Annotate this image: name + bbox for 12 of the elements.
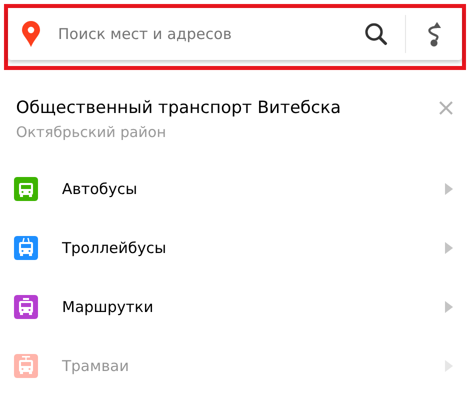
panel-subtitle: Октябрьский район [16,125,168,141]
search-field[interactable]: Поиск мест и адресов [56,18,361,50]
chevron-icon [445,360,453,372]
map-pin-icon [22,21,40,47]
search-bar[interactable]: Поиск мест и адресов [8,8,462,60]
transport-item[interactable]: Автобусы [0,159,469,218]
chevron-icon [445,182,453,194]
chevron-icon [445,242,453,254]
transport-item[interactable]: Троллейбусы [0,218,469,277]
chevron-icon [445,300,453,312]
panel-title: Общественный транспорт Витебска [16,97,342,119]
transport-item[interactable]: Маршрутки [0,277,469,336]
